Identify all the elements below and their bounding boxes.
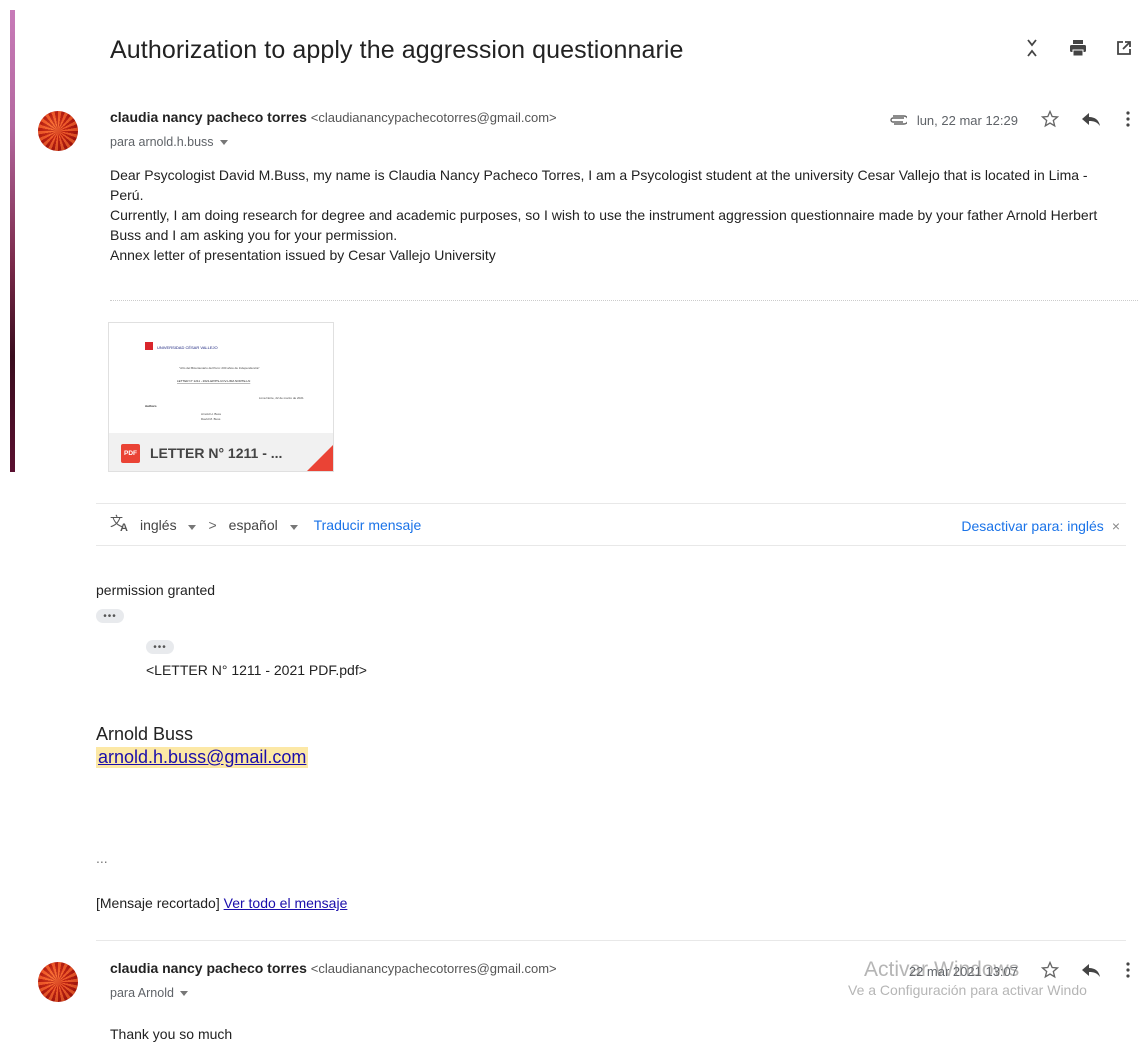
thread-toolbar <box>1022 36 1134 60</box>
preview-place-date: Lima Norte, 22 de marzo de 2021 <box>259 396 304 400</box>
signature-name: Arnold Buss <box>96 724 194 744</box>
divider <box>96 940 1126 941</box>
preview-line2: David M. Buss <box>201 417 221 421</box>
source-language: inglés <box>140 516 177 533</box>
preview-university: UNIVERSIDAD CÉSAR VALLEJO <box>157 345 218 350</box>
svg-text:A: A <box>120 522 128 532</box>
reply-icon[interactable] <box>1080 111 1102 130</box>
close-icon[interactable]: × <box>1112 518 1120 534</box>
target-language-select[interactable]: español <box>229 517 298 533</box>
message-meta: 22 mar 2021 13:07 <box>909 960 1130 983</box>
show-trimmed-content-button[interactable]: ••• <box>96 609 124 623</box>
sender-avatar[interactable] <box>38 962 78 1002</box>
page-fold-icon <box>307 445 333 471</box>
print-icon[interactable] <box>1068 36 1088 60</box>
attachment-card[interactable]: UNIVERSIDAD CÉSAR VALLEJO "Año del Bicen… <box>108 322 334 472</box>
preview-salutation: Authors <box>145 404 157 408</box>
preview-line1: Arnold H. Buss <box>201 412 222 416</box>
reply-icon[interactable] <box>1080 962 1102 981</box>
collapse-all-icon[interactable] <box>1022 36 1042 60</box>
more-options-icon[interactable] <box>1126 962 1130 981</box>
chevron-down-icon[interactable] <box>219 139 228 145</box>
chevron-down-icon[interactable] <box>179 990 188 996</box>
message-date: 22 mar 2021 13:07 <box>908 964 1018 979</box>
more-options-icon[interactable] <box>1126 111 1130 130</box>
message-sender: claudia nancy pacheco torres <claudianan… <box>110 960 557 976</box>
translate-bar: 文A inglés > español Traducir mensaje Des… <box>96 503 1126 546</box>
body-paragraph: Currently, I am doing research for degre… <box>110 207 1098 243</box>
clipped-message-note: [Mensaje recortado] Ver todo el mensaje <box>96 895 347 911</box>
star-icon[interactable] <box>1040 960 1060 983</box>
body-paragraph: Annex letter of presentation issued by C… <box>110 247 496 263</box>
recipient-line[interactable]: para Arnold <box>110 986 188 1000</box>
watermark-subtitle: Ve a Configuración para activar Windo <box>848 982 1087 998</box>
window-edge-strip <box>10 10 15 472</box>
recipient-line[interactable]: para arnold.h.buss <box>110 135 228 149</box>
pdf-file-icon: PDF <box>121 443 140 463</box>
sender-name[interactable]: claudia nancy pacheco torres <box>110 109 307 125</box>
translate-disable: Desactivar para: inglés × <box>955 504 1120 547</box>
attachment-icon <box>889 113 909 128</box>
star-icon[interactable] <box>1040 109 1060 132</box>
clipped-label: [Mensaje recortado] <box>96 895 220 911</box>
recipient-label: para Arnold <box>110 986 174 1000</box>
attachment-preview: UNIVERSIDAD CÉSAR VALLEJO "Año del Bicen… <box>109 323 333 433</box>
translate-message-link[interactable]: Traducir mensaje <box>314 517 422 533</box>
chevron-right-icon: > <box>208 516 217 533</box>
message-body: Thank you so much <box>110 1026 233 1042</box>
message-body: Dear Psycologist David M.Buss, my name i… <box>110 165 1120 265</box>
body-paragraph: Dear Psycologist David M.Buss, my name i… <box>110 167 1088 203</box>
trailing-ellipsis: ... <box>96 850 108 866</box>
chevron-down-icon <box>289 524 298 530</box>
message-sender: claudia nancy pacheco torres <claudianan… <box>110 109 557 125</box>
source-language-select[interactable]: inglés <box>140 516 197 533</box>
show-trimmed-content-button[interactable]: ••• <box>146 640 174 654</box>
sender-email: <claudianancypachecotorres@gmail.com> <box>310 961 557 976</box>
divider <box>110 300 1138 301</box>
message-date: lun, 22 mar 12:29 <box>916 113 1018 128</box>
attachment-footer: PDF LETTER N° 1211 - ... <box>109 433 333 471</box>
preview-ref: LETTER N° 1211 - 2021-EP/PS-UCV-LIMA NOR… <box>177 379 250 383</box>
sender-avatar[interactable] <box>38 111 78 151</box>
recipient-label: para arnold.h.buss <box>110 135 214 149</box>
attachment-reference: <LETTER N° 1211 - 2021 PDF.pdf> <box>146 662 367 678</box>
open-in-new-window-icon[interactable] <box>1114 36 1134 60</box>
target-language: español <box>228 516 278 533</box>
translate-icon: 文A <box>110 514 132 535</box>
reply-text: permission granted <box>96 582 216 598</box>
chevron-down-icon <box>188 524 197 530</box>
attachment-name: LETTER N° 1211 - ... <box>150 445 283 461</box>
preview-motto: "Año del Bicentenario del Perú: 200 años… <box>179 366 260 370</box>
sender-name[interactable]: claudia nancy pacheco torres <box>110 960 307 976</box>
view-full-message-link[interactable]: Ver todo el mensaje <box>224 895 348 911</box>
disable-translation-link[interactable]: Desactivar para: inglés <box>961 518 1103 534</box>
email-subject: Authorization to apply the aggression qu… <box>110 36 684 64</box>
signature-email-link[interactable]: arnold.h.buss@gmail.com <box>96 747 309 768</box>
message-meta: lun, 22 mar 12:29 <box>889 109 1130 132</box>
sender-email: <claudianancypachecotorres@gmail.com> <box>310 110 557 125</box>
